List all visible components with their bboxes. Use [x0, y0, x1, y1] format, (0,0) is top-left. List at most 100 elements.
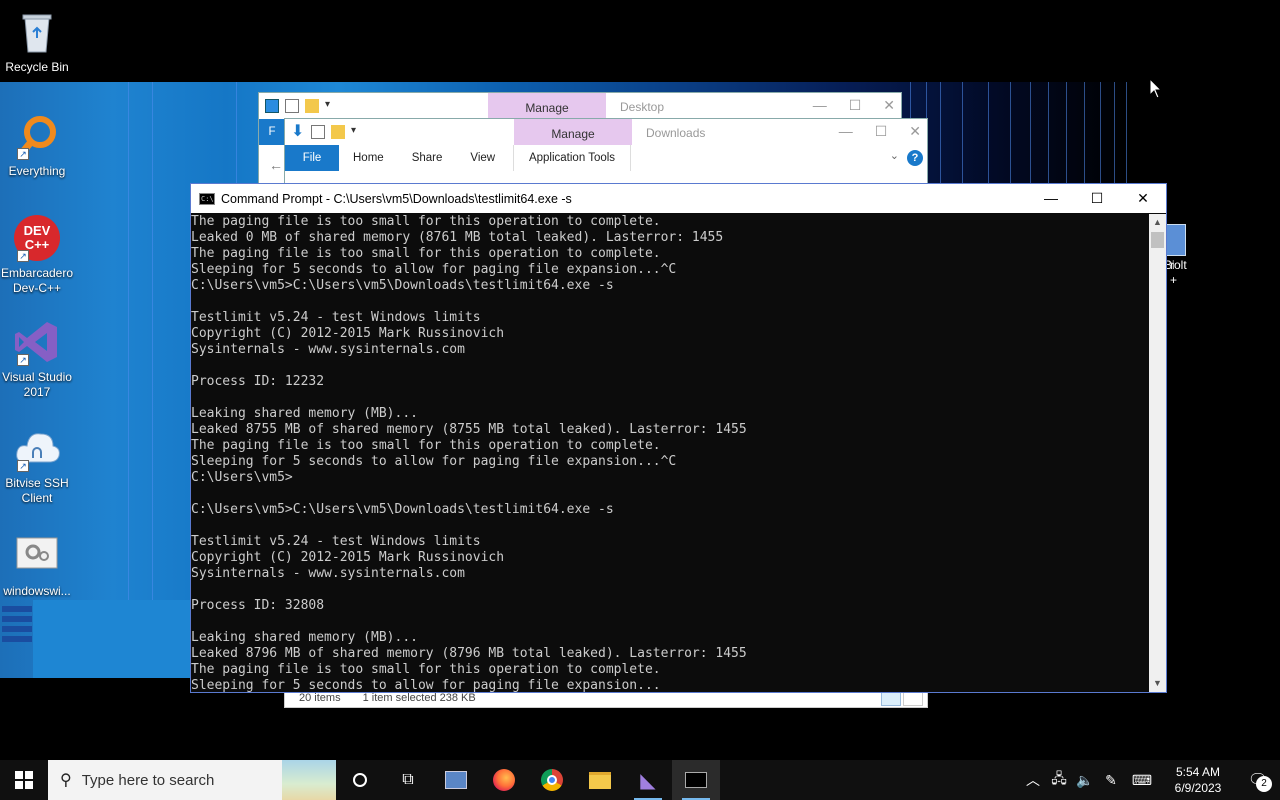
desktop-icon-windowswi[interactable]: windowswi... [0, 532, 74, 599]
dropdown-icon[interactable]: ▾ [325, 99, 339, 113]
recycle-bin-icon [13, 8, 61, 56]
console-line: Leaking shared memory (MB)... [191, 406, 418, 421]
search-icon: ⚲ [60, 772, 72, 789]
devcpp-icon: DEV C++ ↗ [13, 214, 61, 262]
taskbar-app-command-prompt[interactable] [672, 760, 720, 800]
maximize-icon[interactable]: ☐ [1074, 184, 1120, 213]
chrome-icon [541, 769, 563, 791]
explorer-titlebar[interactable]: ▾ Manage Desktop — ☐ ✕ [259, 93, 901, 119]
command-prompt-window[interactable]: C:\ Command Prompt - C:\Users\vm5\Downlo… [190, 183, 1167, 693]
task-view-button[interactable]: ⧉ [384, 760, 432, 800]
console-output[interactable]: The paging file is too small for this op… [191, 214, 1149, 692]
console-line: The paging file is too small for this op… [191, 246, 661, 261]
magnifier-icon: ↗ [13, 112, 61, 160]
explorer-titlebar[interactable]: ⬇ ▾ Manage Downloads — ☐ ✕ [285, 119, 927, 145]
minimize-icon[interactable]: — [839, 123, 853, 140]
maximize-icon[interactable]: ☐ [875, 123, 888, 140]
manage-tab[interactable]: Manage [488, 93, 606, 119]
cmd-titlebar[interactable]: C:\ Command Prompt - C:\Users\vm5\Downlo… [191, 184, 1166, 213]
console-line: Copyright (C) 2012-2015 Mark Russinovich [191, 550, 505, 565]
download-arrow-icon[interactable]: ⬇ [291, 124, 305, 140]
firefox-icon [493, 769, 515, 791]
console-line: Testlimit v5.24 - test Windows limits [191, 534, 481, 549]
taskbar-app-visual-studio[interactable]: ◣ [624, 760, 672, 800]
console-line: Sleeping for 5 seconds to allow for pagi… [191, 454, 677, 469]
status-item-count: 20 items [299, 692, 341, 704]
checkbox-icon[interactable] [311, 125, 325, 139]
wallpaper-band [33, 600, 193, 678]
window-title: Downloads [646, 126, 706, 140]
network-icon[interactable]: 🖧 [1046, 768, 1072, 792]
search-placeholder: Type here to search [81, 771, 215, 789]
minimize-icon[interactable]: — [813, 97, 827, 114]
devcpp-badge: DEV C++ [23, 223, 51, 252]
scroll-down-icon[interactable]: ▼ [1149, 675, 1166, 692]
chevron-down-icon[interactable]: ⌄ [890, 149, 899, 162]
close-icon[interactable]: ✕ [909, 123, 921, 140]
action-center-button[interactable]: 🗨 2 [1236, 770, 1280, 792]
desktop: Recycle Bin ↗ Everything DEV C++ ↗ Embar… [0, 0, 1280, 760]
taskbar-search-box[interactable]: ⚲ Type here to search [48, 760, 336, 800]
manage-tab[interactable]: Manage [514, 119, 632, 145]
close-icon[interactable]: ✕ [883, 97, 895, 114]
cmd-window-title: Command Prompt - C:\Users\vm5\Downloads\… [221, 191, 572, 206]
explorer-window-downloads[interactable]: ⬇ ▾ Manage Downloads — ☐ ✕ File Home Sha… [284, 118, 928, 190]
home-tab[interactable]: Home [339, 152, 398, 164]
back-arrow-icon[interactable]: ← [269, 157, 283, 173]
scroll-up-icon[interactable]: ▲ [1149, 214, 1166, 231]
vertical-scrollbar[interactable]: ▲ ▼ [1149, 214, 1166, 692]
taskbar-app-network-tool[interactable] [432, 760, 480, 800]
ribbon-tabs: File Home Share View Application Tools ⌄… [285, 145, 927, 171]
quick-access-toolbar: ⬇ ▾ [285, 124, 365, 140]
stacked-windows-thumbnail-icon [2, 604, 34, 644]
taskbar-clock[interactable]: 5:54 AM 6/9/2023 [1160, 764, 1236, 796]
keyboard-icon[interactable]: ⌨ [1124, 772, 1160, 789]
console-line: Process ID: 32808 [191, 598, 325, 613]
desktop-icon-devcpp[interactable]: DEV C++ ↗ Embarcadero Dev-C++ [0, 214, 74, 296]
console-line: The paging file is too small for this op… [191, 662, 661, 677]
windows-logo-icon [15, 771, 33, 789]
console-line: The paging file is too small for this op… [191, 438, 661, 453]
chevron-up-icon[interactable]: ︿ [1020, 770, 1046, 790]
console-line: Sleeping for 5 seconds to allow for pagi… [191, 678, 661, 692]
volume-muted-icon[interactable]: 🔈 [1072, 772, 1098, 789]
taskbar: ⚲ Type here to search ⧉ ◣ ︿ 🖧 🔈 ✎ ⌨ 5:54… [0, 760, 1280, 800]
folder-icon[interactable] [331, 125, 345, 139]
window-controls: — ☐ ✕ [813, 97, 895, 114]
folder-icon [589, 771, 611, 789]
checkbox-icon[interactable] [285, 99, 299, 113]
monitor-icon[interactable] [265, 99, 279, 113]
folder-icon[interactable] [305, 99, 319, 113]
desktop-icon-partial[interactable]: Bi rolt + [1164, 224, 1187, 288]
console-line: Sysinternals - www.sysinternals.com [191, 342, 465, 357]
maximize-icon[interactable]: ☐ [849, 97, 862, 114]
console-line: Testlimit v5.24 - test Windows limits [191, 310, 481, 325]
desktop-icon-visual-studio[interactable]: ↗ Visual Studio 2017 [0, 318, 74, 400]
console-line: Process ID: 12232 [191, 374, 325, 389]
close-icon[interactable]: ✕ [1120, 184, 1166, 213]
desktop-icon-everything[interactable]: ↗ Everything [0, 112, 74, 179]
share-tab[interactable]: Share [398, 152, 457, 164]
cortana-button[interactable] [336, 760, 384, 800]
minimize-icon[interactable]: — [1028, 184, 1074, 213]
file-tab[interactable]: File [285, 145, 339, 171]
desktop-icon-recycle-bin[interactable]: Recycle Bin [0, 8, 74, 75]
application-tools-tab[interactable]: Application Tools [513, 145, 631, 171]
desktop-icon-bitvise[interactable]: ↗ Bitvise SSH Client [0, 424, 74, 506]
file-tab[interactable]: F [259, 119, 285, 145]
details-view-icon[interactable] [881, 691, 901, 706]
console-line: Sysinternals - www.sysinternals.com [191, 566, 465, 581]
taskbar-app-firefox[interactable] [480, 760, 528, 800]
taskbar-app-file-explorer[interactable] [576, 760, 624, 800]
view-tab[interactable]: View [456, 152, 509, 164]
start-button[interactable] [0, 760, 48, 800]
scroll-thumb[interactable] [1151, 232, 1164, 248]
pen-icon[interactable]: ✎ [1098, 772, 1124, 789]
dropdown-icon[interactable]: ▾ [351, 125, 365, 139]
help-icon[interactable]: ? [907, 150, 923, 166]
cmd-app-icon [685, 772, 707, 788]
taskbar-app-chrome[interactable] [528, 760, 576, 800]
large-icons-view-icon[interactable] [903, 691, 923, 706]
